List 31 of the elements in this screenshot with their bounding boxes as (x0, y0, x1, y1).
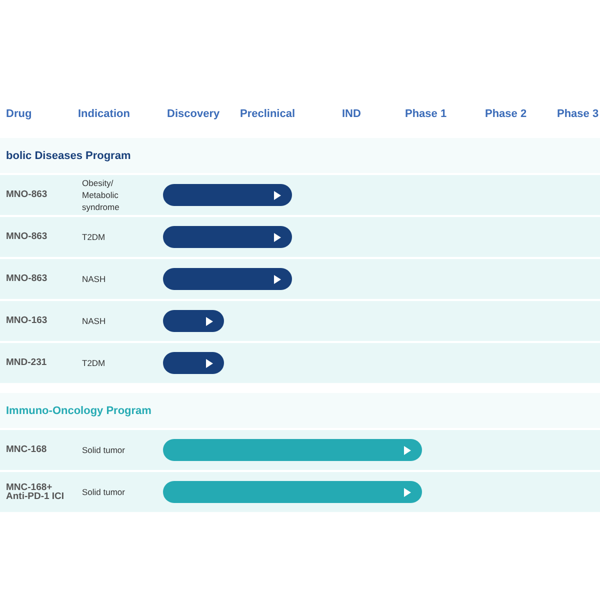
program-title: bolic Diseases Program (6, 150, 131, 162)
column-header: Preclinical (240, 108, 296, 120)
indication-text: NASH (82, 272, 107, 286)
play-arrow-icon (274, 274, 281, 284)
drug-name: MND-231 (6, 358, 48, 368)
play-arrow-icon (404, 488, 411, 496)
indication-text: T2DM (82, 230, 106, 244)
play-arrow-icon (206, 358, 213, 368)
drug-name: MNO-163 (6, 316, 48, 326)
column-header: IND (341, 108, 362, 120)
drug-name: MNC-168+ Anti-PD-1 ICI (6, 482, 66, 502)
drug-name: MNO-863 (6, 190, 48, 200)
indication-text: Solid tumor (82, 486, 126, 498)
play-arrow-icon (274, 190, 281, 200)
indication-text: T2DM (82, 356, 106, 370)
column-header: Phase 3 (557, 108, 600, 120)
drug-name: MNO-863 (6, 232, 48, 242)
column-header: Phase 2 (485, 108, 528, 120)
indication-text: Solid tumor (82, 444, 126, 456)
column-header: Drug (6, 108, 33, 120)
drug-name: MNO-863 (6, 274, 48, 284)
indication-text: NASH (82, 314, 107, 328)
column-header: Phase 1 (405, 108, 448, 120)
indication-text: Obesity/ Metabolic syndrome (82, 176, 120, 214)
play-arrow-icon (404, 446, 411, 454)
column-header: Discovery (167, 108, 221, 120)
play-arrow-icon (274, 232, 281, 242)
program-title: Immuno-Oncology Program (6, 404, 152, 416)
drug-name: MNC-168 (6, 445, 48, 455)
play-arrow-icon (206, 316, 213, 326)
column-header: Indication (78, 108, 131, 120)
